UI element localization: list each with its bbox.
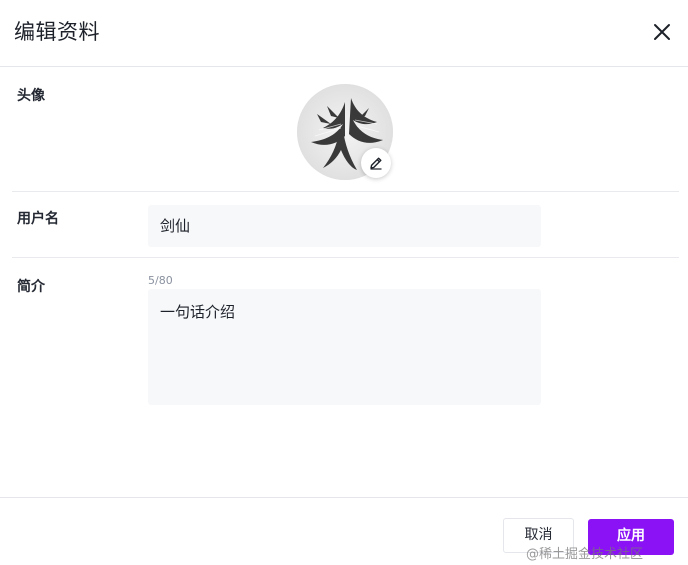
avatar-label: 头像 bbox=[17, 88, 45, 104]
char-counter: 5/80 bbox=[148, 274, 173, 287]
username-input[interactable]: 剑仙 bbox=[148, 205, 541, 247]
username-label: 用户名 bbox=[17, 211, 59, 227]
divider bbox=[12, 257, 679, 258]
close-icon[interactable] bbox=[650, 20, 674, 44]
watermark: @稀土掘金技术社区 bbox=[526, 547, 644, 562]
edit-profile-dialog: 编辑资料 头像 用户名 剑仙 简介 5/80 一句话介绍 取消 应用 @稀土掘金… bbox=[0, 0, 688, 565]
intro-textarea[interactable]: 一句话介绍 bbox=[148, 289, 541, 405]
dialog-header: 编辑资料 bbox=[0, 0, 688, 67]
pencil-icon bbox=[370, 157, 382, 170]
intro-label: 简介 bbox=[17, 279, 45, 295]
avatar-container bbox=[297, 84, 393, 180]
footer-divider bbox=[0, 497, 688, 498]
divider bbox=[12, 191, 679, 192]
edit-avatar-button[interactable] bbox=[361, 148, 391, 178]
dialog-title: 编辑资料 bbox=[14, 20, 100, 44]
